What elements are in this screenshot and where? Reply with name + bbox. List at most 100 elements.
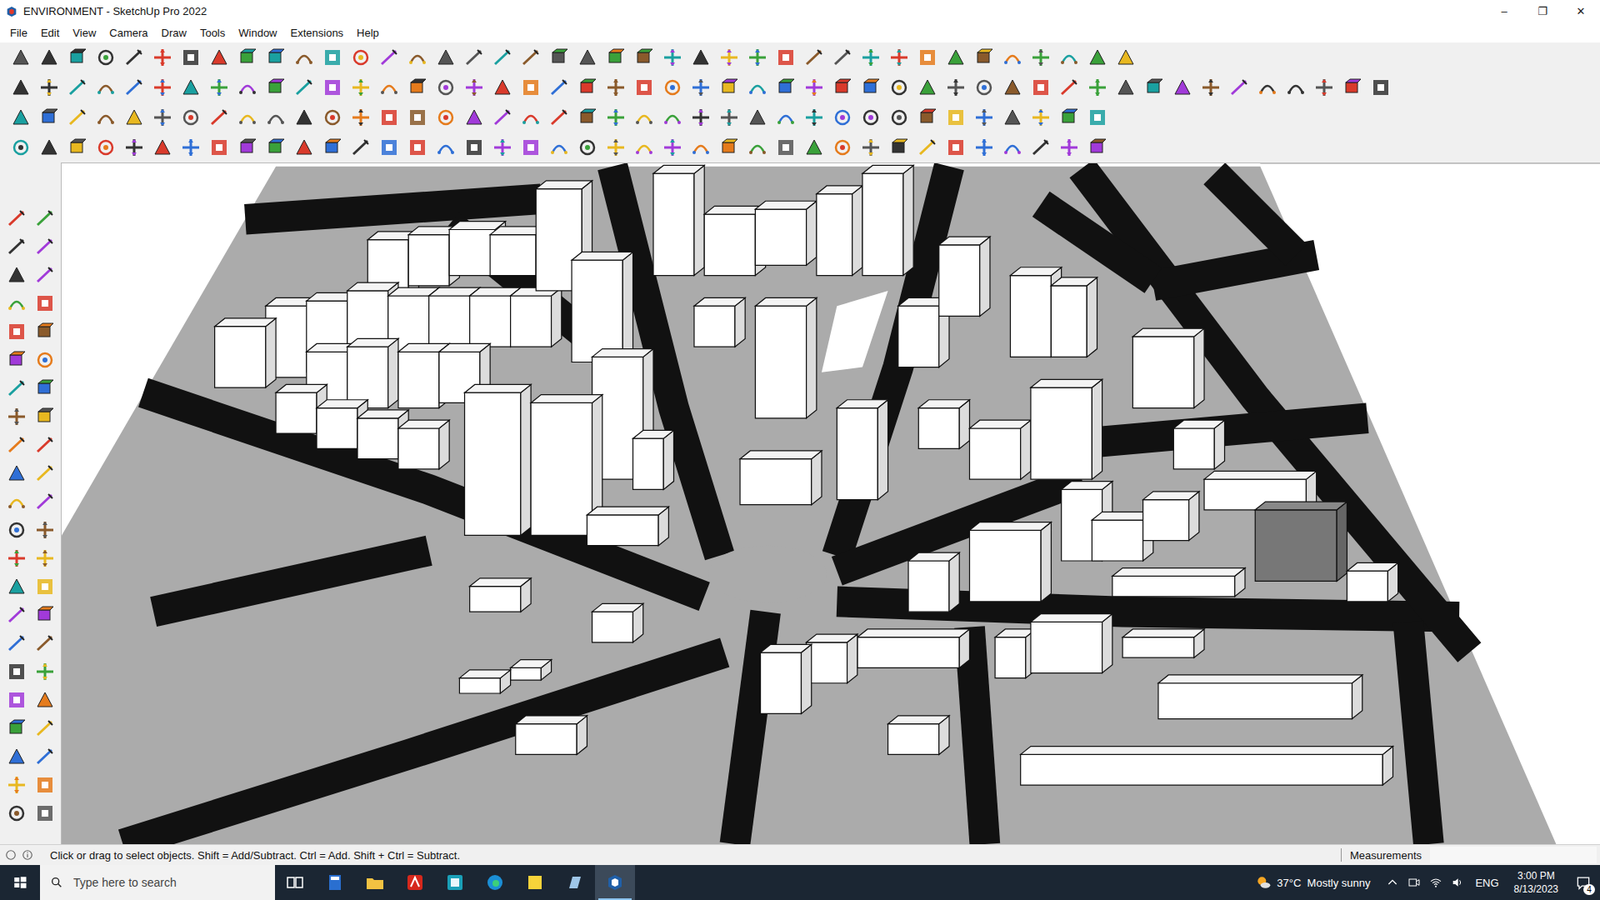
tool-button[interactable] bbox=[771, 43, 800, 72]
tool-button[interactable] bbox=[601, 103, 630, 132]
tool-button[interactable] bbox=[715, 43, 744, 72]
building[interactable] bbox=[816, 185, 863, 276]
building[interactable] bbox=[740, 450, 822, 505]
building[interactable] bbox=[836, 400, 888, 500]
building[interactable] bbox=[510, 287, 562, 347]
taskbar-app[interactable] bbox=[355, 865, 395, 900]
taskbar-app[interactable] bbox=[275, 865, 315, 900]
tool-button[interactable] bbox=[715, 73, 744, 102]
tool-button[interactable] bbox=[30, 317, 60, 346]
tool-button[interactable] bbox=[30, 544, 60, 573]
tool-button[interactable] bbox=[120, 73, 149, 102]
tool-button[interactable] bbox=[346, 133, 375, 162]
tool-button[interactable] bbox=[35, 43, 64, 72]
tool-button[interactable] bbox=[63, 43, 92, 72]
tool-button[interactable] bbox=[2, 742, 31, 771]
building[interactable] bbox=[515, 715, 588, 755]
building[interactable] bbox=[760, 644, 812, 714]
taskbar-app[interactable] bbox=[315, 865, 355, 900]
building[interactable] bbox=[755, 297, 816, 418]
building[interactable] bbox=[1050, 277, 1097, 357]
tool-button[interactable] bbox=[630, 43, 659, 72]
tool-button[interactable] bbox=[856, 73, 885, 102]
weather-widget[interactable]: 37°C Mostly sunny bbox=[1255, 874, 1370, 891]
tool-button[interactable] bbox=[516, 43, 545, 72]
building[interactable] bbox=[1158, 675, 1363, 720]
tool-button[interactable] bbox=[6, 103, 35, 132]
tool-button[interactable] bbox=[1338, 73, 1367, 102]
tool-button[interactable] bbox=[2, 799, 31, 828]
tool-button[interactable] bbox=[1055, 133, 1084, 162]
building[interactable] bbox=[592, 603, 644, 642]
tool-button[interactable] bbox=[2, 572, 31, 601]
tool-button[interactable] bbox=[1055, 73, 1084, 102]
tool-button[interactable] bbox=[431, 73, 460, 102]
building[interactable] bbox=[571, 251, 633, 362]
tool-button[interactable] bbox=[233, 103, 262, 132]
tool-button[interactable] bbox=[998, 43, 1027, 72]
tool-button[interactable] bbox=[856, 103, 885, 132]
taskbar-app[interactable] bbox=[395, 865, 435, 900]
tool-button[interactable] bbox=[1026, 103, 1055, 132]
tool-button[interactable] bbox=[30, 657, 60, 686]
tool-button[interactable] bbox=[148, 43, 177, 72]
tool-button[interactable] bbox=[375, 73, 404, 102]
tool-button[interactable] bbox=[771, 133, 800, 162]
tool-button[interactable] bbox=[970, 73, 999, 102]
tool-button[interactable] bbox=[1168, 73, 1197, 102]
tool-button[interactable] bbox=[375, 133, 404, 162]
tool-button[interactable] bbox=[913, 133, 942, 162]
tool-button[interactable] bbox=[30, 600, 60, 630]
language-indicator[interactable]: ENG bbox=[1475, 876, 1499, 890]
tool-button[interactable] bbox=[913, 43, 942, 72]
tool-button[interactable] bbox=[261, 43, 290, 72]
building[interactable] bbox=[215, 318, 276, 388]
tool-button[interactable] bbox=[2, 289, 31, 318]
tool-button[interactable] bbox=[30, 629, 60, 658]
tool-button[interactable] bbox=[1253, 73, 1282, 102]
tool-button[interactable] bbox=[1111, 73, 1140, 102]
tool-button[interactable] bbox=[30, 430, 60, 460]
taskbar-app[interactable] bbox=[555, 865, 595, 900]
search-box[interactable] bbox=[40, 865, 275, 900]
tool-button[interactable] bbox=[176, 43, 205, 72]
tool-button[interactable] bbox=[403, 103, 432, 132]
tool-button[interactable] bbox=[346, 43, 375, 72]
building[interactable] bbox=[969, 522, 1051, 602]
tool-button[interactable] bbox=[2, 515, 31, 545]
tool-button[interactable] bbox=[2, 770, 31, 800]
tool-button[interactable] bbox=[30, 770, 60, 800]
tool-button[interactable] bbox=[30, 374, 60, 403]
taskbar-app[interactable] bbox=[595, 865, 635, 900]
tool-button[interactable] bbox=[176, 133, 205, 162]
tool-button[interactable] bbox=[2, 685, 31, 715]
tool-button[interactable] bbox=[601, 73, 630, 102]
tool-button[interactable] bbox=[2, 374, 31, 403]
tool-button[interactable] bbox=[205, 43, 234, 72]
tool-button[interactable] bbox=[715, 133, 744, 162]
tool-button[interactable] bbox=[630, 103, 659, 132]
tool-button[interactable] bbox=[120, 43, 149, 72]
tool-button[interactable] bbox=[545, 103, 574, 132]
tool-button[interactable] bbox=[601, 133, 630, 162]
tool-button[interactable] bbox=[573, 43, 602, 72]
tool-button[interactable] bbox=[63, 73, 92, 102]
tool-button[interactable] bbox=[30, 345, 60, 375]
building[interactable] bbox=[1143, 491, 1200, 541]
taskbar-app[interactable] bbox=[475, 865, 515, 900]
tool-button[interactable] bbox=[715, 103, 744, 132]
tool-button[interactable] bbox=[998, 103, 1027, 132]
tool-button[interactable] bbox=[573, 73, 602, 102]
building[interactable] bbox=[1020, 746, 1394, 785]
tool-button[interactable] bbox=[828, 133, 857, 162]
tool-button[interactable] bbox=[828, 103, 857, 132]
tool-button[interactable] bbox=[30, 204, 60, 233]
tool-button[interactable] bbox=[545, 73, 574, 102]
tool-button[interactable] bbox=[1225, 73, 1254, 102]
tool-button[interactable] bbox=[488, 133, 517, 162]
building[interactable] bbox=[633, 430, 675, 490]
menu-item[interactable]: Window bbox=[231, 25, 284, 41]
tool-button[interactable] bbox=[1083, 133, 1112, 162]
tool-button[interactable] bbox=[35, 133, 64, 162]
building[interactable] bbox=[969, 420, 1030, 480]
